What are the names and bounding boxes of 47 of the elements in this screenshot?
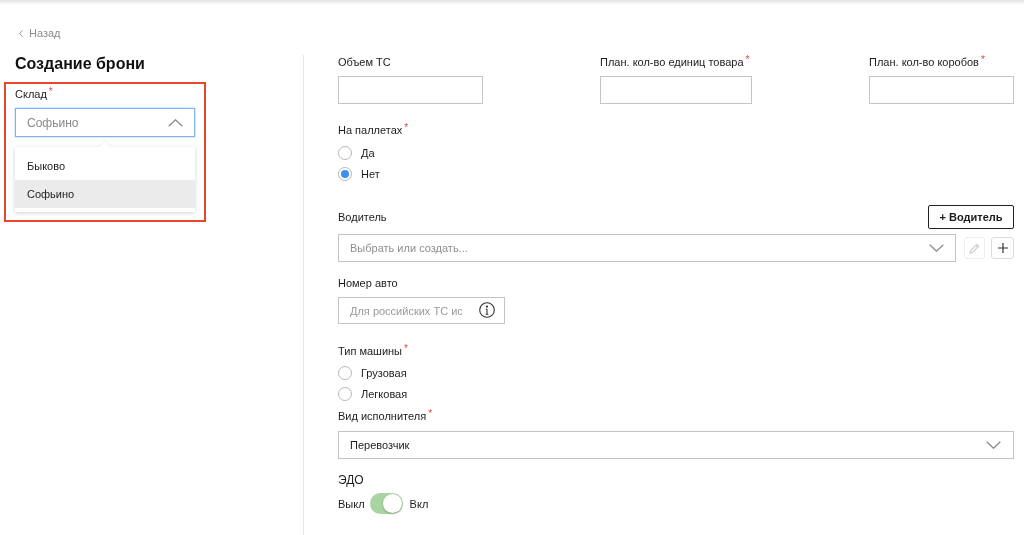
field-label: Номер авто [338, 276, 398, 290]
text-field[interactable] [338, 76, 483, 104]
plus-icon [997, 243, 1008, 253]
field-label: План. кол-во единиц товара [600, 55, 744, 69]
field-label: На паллетах [338, 123, 403, 137]
add-button[interactable] [991, 237, 1014, 259]
option-label: Легковая [361, 386, 408, 401]
toggle-label: Выкл [338, 496, 365, 511]
performer-select[interactable]: Перевозчик [338, 431, 1014, 459]
required-mark: * [404, 344, 408, 354]
dropdown-option[interactable]: Быково [15, 152, 195, 180]
toggle-switch[interactable] [369, 493, 403, 514]
back-link[interactable]: Назад [19, 26, 61, 40]
field-label: Склад [15, 87, 47, 101]
pencil-icon [969, 242, 980, 254]
text-field[interactable] [869, 76, 1014, 104]
required-mark: * [980, 55, 985, 65]
option-label: Нет [361, 166, 380, 181]
field-label: Тип машины [338, 344, 403, 358]
field-label: Объем ТС [338, 55, 391, 69]
required-mark: * [404, 123, 409, 133]
chevron-down-icon [929, 244, 944, 252]
required-mark: * [745, 55, 750, 65]
option-label: Грузовая [361, 365, 407, 380]
chevron-up-icon [168, 118, 183, 127]
info-icon [479, 302, 495, 318]
driver-select[interactable]: Выбрать или создать... [338, 234, 956, 262]
radio-button[interactable] [338, 386, 352, 401]
radio-button[interactable] [338, 166, 352, 181]
page-title: Создание брони [15, 54, 145, 74]
field-label: Водитель [338, 210, 387, 224]
add-driver-button[interactable]: + Водитель [928, 205, 1014, 229]
field-label: ЭДО [338, 473, 364, 487]
warehouse-select[interactable]: Софьино [15, 108, 195, 137]
field-label: Вид исполнителя [338, 409, 427, 423]
required-mark: * [428, 409, 433, 419]
radio-button[interactable] [338, 365, 352, 380]
radio-button[interactable] [338, 145, 352, 160]
car-number-field[interactable]: Для российских ТС ис [338, 297, 505, 324]
dropdown-option[interactable]: Софьино [15, 180, 195, 208]
chevron-down-icon [986, 441, 1001, 449]
text-field[interactable] [600, 76, 752, 104]
required-mark: * [48, 87, 53, 97]
field-label: План. кол-во коробов [869, 55, 979, 69]
toggle-label: Вкл [409, 496, 429, 511]
option-label: Да [361, 145, 375, 160]
chevron-left-icon [19, 29, 23, 37]
